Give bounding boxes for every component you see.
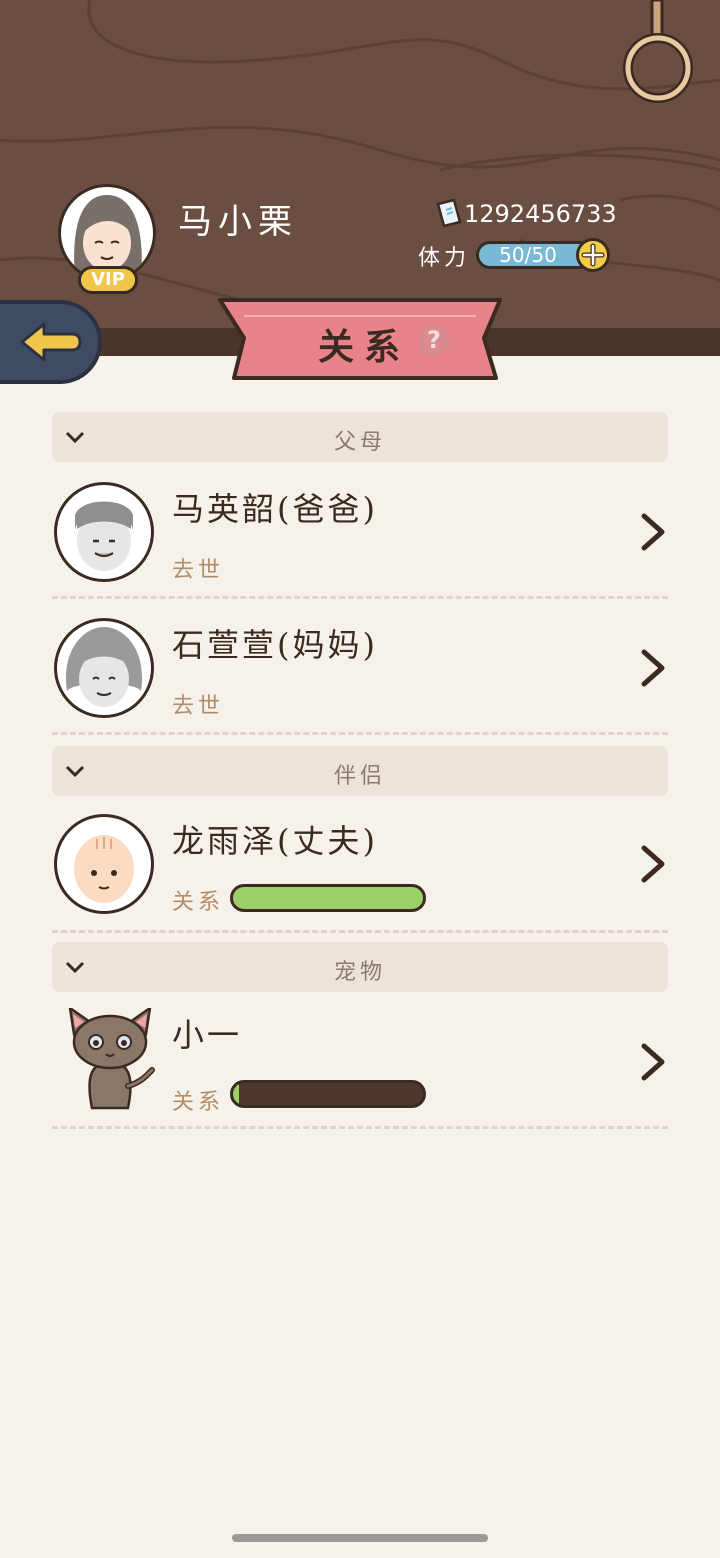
add-stamina-button[interactable] [576,238,610,272]
chevron-right-icon[interactable] [638,844,668,884]
plus-icon [581,243,605,267]
vip-badge: VIP [78,266,138,294]
person-status: 去世 [172,694,225,719]
relation-bar [230,1080,426,1108]
back-arrow-icon [20,322,82,362]
person-name: 龙雨泽(丈夫) [172,822,378,860]
chevron-right-icon[interactable] [638,1042,668,1082]
page-title: 关系 [318,326,411,368]
section-pets[interactable]: 宠物 [52,942,668,992]
section-partner[interactable]: 伴侣 [52,746,668,796]
divider [52,732,668,735]
divider [52,930,668,933]
player-name: 马小栗 [178,202,298,242]
back-button[interactable] [0,300,102,384]
relation-label: 关系 [172,890,225,915]
elderly-man-icon [74,501,134,571]
elderly-woman-icon [65,627,143,707]
person-name: 马英韶(爸爸) [172,490,378,528]
ticket-icon [436,198,462,228]
husband-avatar [54,814,154,914]
relation-bar [230,884,426,912]
relation-fill [233,1083,239,1105]
stamina-label: 体力 [418,246,471,271]
relation-fill [233,887,423,909]
section-label: 宠物 [333,960,386,985]
help-icon[interactable]: ? [418,324,450,356]
coin-count: 1292456733 [464,200,617,228]
home-indicator[interactable] [232,1534,488,1542]
father-avatar [54,482,154,582]
person-status: 去世 [172,558,225,583]
section-label: 伴侣 [333,764,386,789]
section-label: 父母 [333,430,386,455]
list-item-mother[interactable]: 石萱萱(妈妈) 去世 [52,618,668,736]
relation-label: 关系 [172,1090,225,1115]
section-parents[interactable]: 父母 [52,412,668,462]
chevron-right-icon[interactable] [638,512,668,552]
pet-name: 小一 [172,1016,243,1054]
stamina-value: 50/50 [499,243,557,267]
list-item-husband[interactable]: 龙雨泽(丈夫) 关系 [52,814,668,934]
divider [52,596,668,599]
mother-avatar [54,618,154,718]
list-item-father[interactable]: 马英韶(爸爸) 去世 [52,482,668,600]
person-name: 石萱萱(妈妈) [172,626,378,664]
cat-icon [68,1008,155,1110]
chevron-right-icon[interactable] [638,648,668,688]
list-item-pet[interactable]: 小一 关系 [52,1008,668,1129]
divider [52,1126,668,1129]
hook-icon [623,0,693,103]
bald-man-icon [74,835,134,903]
